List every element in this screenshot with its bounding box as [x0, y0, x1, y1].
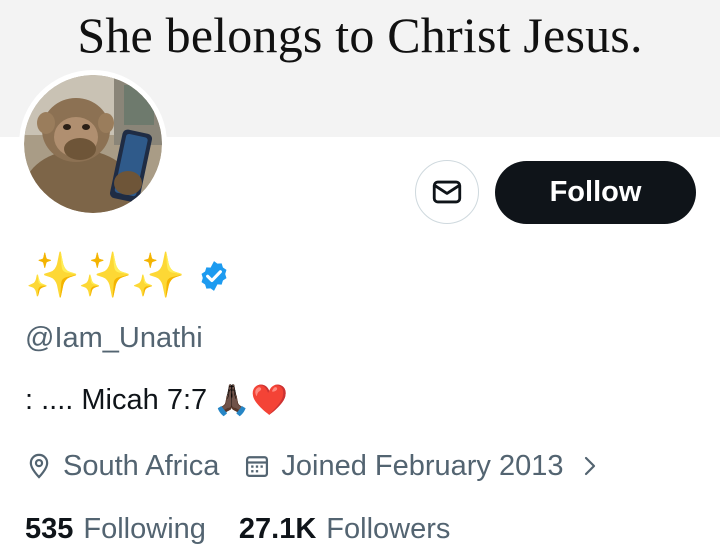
joined-item[interactable]: Joined February 2013 — [243, 450, 599, 483]
banner-text: She belongs to Christ Jesus. — [77, 7, 643, 63]
display-name: ✨✨✨ — [25, 251, 185, 300]
location-pin-icon — [25, 452, 53, 480]
profile-handle: @Iam_Unathi — [25, 322, 203, 354]
verified-badge-icon[interactable] — [197, 259, 231, 293]
envelope-icon — [432, 180, 462, 204]
profile-meta: South Africa Joined February 2013 — [25, 446, 600, 486]
location-text: South Africa — [63, 449, 220, 482]
avatar[interactable] — [19, 70, 167, 218]
message-button[interactable] — [415, 160, 479, 224]
followers-count: 27.1K — [238, 512, 317, 545]
followers-label: Followers — [326, 512, 451, 545]
joined-text: Joined February 2013 — [281, 449, 564, 482]
avatar-image — [24, 75, 162, 213]
bio-emoji: 🙏🏿❤️ — [213, 383, 288, 417]
following-link[interactable]: 535 Following — [25, 513, 206, 546]
follow-button[interactable]: Follow — [495, 161, 696, 224]
following-label: Following — [83, 512, 206, 545]
calendar-icon — [243, 452, 271, 480]
profile-stats: 535 Following 27.1K Followers — [25, 509, 450, 549]
bio-text: : .... Micah 7:7 — [25, 384, 208, 416]
followers-link[interactable]: 27.1K Followers — [239, 513, 450, 546]
profile-bio: : .... Micah 7:7 🙏🏿❤️ — [25, 384, 288, 417]
location-item: South Africa — [25, 450, 219, 483]
following-count: 535 — [25, 512, 74, 545]
chevron-right-icon[interactable] — [580, 454, 600, 478]
display-name-row: ✨✨✨ — [25, 248, 231, 304]
